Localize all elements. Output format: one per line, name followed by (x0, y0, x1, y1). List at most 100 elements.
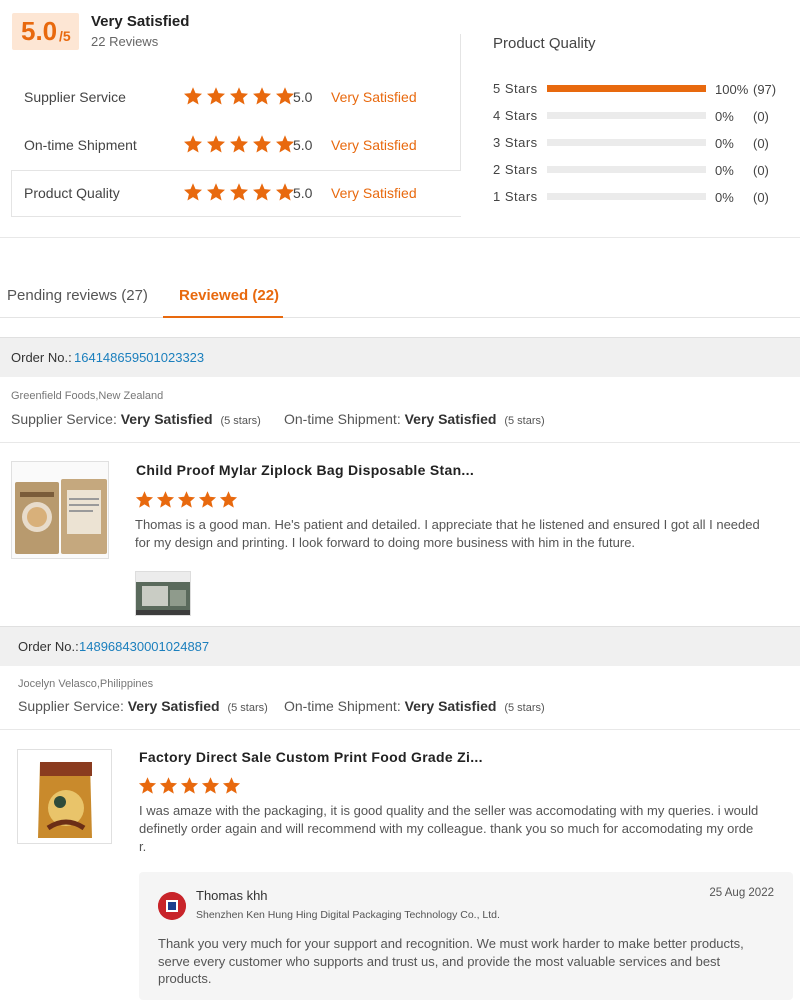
star-icon (177, 490, 196, 509)
rating-label: On-time Shipment: (284, 698, 401, 714)
dimension-rating-word: Very Satisfied (331, 185, 417, 201)
review-photo-thumbnail[interactable] (135, 571, 191, 616)
reply-author: Thomas khh (196, 888, 268, 903)
dimension-row-product-quality[interactable]: Product Quality 5.0 Very Satisfied (11, 170, 461, 217)
order-number-link[interactable]: 164148659501023323 (74, 350, 204, 365)
distribution-bar (547, 139, 706, 146)
order-header: Order No.: 164148659501023323 (0, 337, 800, 377)
active-tab-indicator (163, 316, 283, 318)
star-icon (229, 86, 249, 106)
star-rating (183, 134, 295, 154)
rating-summary: 5.0 /5 Very Satisfied 22 Reviews Supplie… (0, 0, 800, 238)
distribution-row: 4 Stars 0% (0) (493, 106, 793, 126)
rating-stars-text: (5 stars) (227, 702, 268, 714)
dimension-row-supplier-service[interactable]: Supplier Service 5.0 Very Satisfied (11, 74, 461, 121)
tab-pending-reviews[interactable]: Pending reviews (27) (7, 287, 148, 304)
distribution-label: 2 Stars (493, 162, 538, 177)
rating-value: Very Satisfied (404, 698, 497, 714)
distribution-count: (0) (753, 136, 769, 151)
distribution-row: 3 Stars 0% (0) (493, 133, 793, 153)
reply-date: 25 Aug 2022 (709, 887, 774, 899)
distribution-label: 5 Stars (493, 81, 538, 96)
product-title-link[interactable]: Child Proof Mylar Ziplock Bag Disposable… (136, 462, 474, 478)
product-star-rating (138, 776, 241, 795)
rating-label: Supplier Service: (11, 411, 117, 427)
product-image[interactable] (17, 749, 112, 844)
overall-rating-label: Very Satisfied (91, 13, 190, 30)
star-icon (275, 86, 295, 106)
distribution-label: 3 Stars (493, 135, 538, 150)
star-icon (183, 86, 203, 106)
distribution-bar (547, 85, 706, 92)
distribution-percent: 0% (715, 109, 734, 124)
star-icon (180, 776, 199, 795)
distribution-percent: 0% (715, 163, 734, 178)
dimension-label: On-time Shipment (24, 137, 137, 153)
star-icon (183, 182, 203, 202)
rating-stars-text: (5 stars) (220, 415, 261, 427)
rating-value: Very Satisfied (404, 411, 497, 427)
rating-label: On-time Shipment: (284, 411, 401, 427)
supplier-service-rating: Supplier Service: Very Satisfied (5 star… (18, 698, 268, 714)
distribution-row: 2 Stars 0% (0) (493, 160, 793, 180)
reply-company: Shenzhen Ken Hung Hing Digital Packaging… (196, 909, 500, 921)
star-icon (206, 182, 226, 202)
distribution-count: (0) (753, 109, 769, 124)
supplier-service-rating: Supplier Service: Very Satisfied (5 star… (11, 411, 261, 427)
distribution-label: 1 Stars (493, 189, 538, 204)
distribution-count: (97) (753, 82, 777, 97)
order-header: Order No.: 148968430001024887 (0, 626, 800, 666)
review-tabs: Pending reviews (27) Reviewed (22) (0, 276, 800, 318)
distribution-count: (0) (753, 163, 769, 178)
buyer-info: Greenfield Foods,New Zealand (11, 390, 164, 402)
dimension-label: Product Quality (24, 185, 120, 201)
review-text: Thomas is a good man. He's patient and d… (135, 517, 760, 550)
star-icon (229, 134, 249, 154)
on-time-shipment-rating: On-time Shipment: Very Satisfied (5 star… (284, 698, 545, 714)
dimension-score: 5.0 (293, 185, 313, 201)
star-icon (275, 182, 295, 202)
tab-reviewed[interactable]: Reviewed (22) (179, 287, 279, 304)
star-rating (183, 86, 295, 106)
review-text: I was amaze with the packaging, it is go… (139, 803, 759, 854)
distribution-percent: 0% (715, 136, 734, 151)
rating-stars-text: (5 stars) (504, 702, 545, 714)
product-title-link[interactable]: Factory Direct Sale Custom Print Food Gr… (139, 749, 483, 765)
dimension-row-on-time-shipment[interactable]: On-time Shipment 5.0 Very Satisfied (11, 122, 461, 169)
star-icon (252, 134, 272, 154)
star-rating (183, 182, 295, 202)
star-icon (275, 134, 295, 154)
dimension-score: 5.0 (293, 137, 313, 153)
pouch-image (12, 462, 108, 558)
dimension-label: Supplier Service (24, 89, 126, 105)
star-icon (135, 490, 154, 509)
product-star-rating (135, 490, 238, 509)
order-no-label: Order No.: (11, 350, 72, 365)
star-icon (206, 86, 226, 106)
star-icon (219, 490, 238, 509)
distribution-row: 1 Stars 0% (0) (493, 187, 793, 207)
company-logo-icon (158, 892, 186, 920)
distribution-count: (0) (753, 190, 769, 205)
distribution-label: 4 Stars (493, 108, 538, 123)
reply-text: Thank you very much for your support and… (158, 936, 744, 986)
product-image[interactable] (11, 461, 109, 559)
distribution-bar (547, 112, 706, 119)
star-icon (222, 776, 241, 795)
distribution-percent: 100% (715, 82, 749, 97)
star-icon (252, 86, 272, 106)
star-icon (229, 182, 249, 202)
star-icon (159, 776, 178, 795)
order-no-label: Order No.: (18, 639, 79, 654)
star-icon (198, 490, 217, 509)
order-number-link[interactable]: 148968430001024887 (79, 639, 209, 654)
pouch-image (18, 750, 111, 843)
distribution-row: 5 Stars 100% (97) (493, 79, 793, 99)
buyer-info: Jocelyn Velasco,Philippines (18, 678, 154, 690)
star-icon (252, 182, 272, 202)
star-icon (183, 134, 203, 154)
rating-value: Very Satisfied (127, 698, 220, 714)
distribution-bar (547, 193, 706, 200)
dimension-score: 5.0 (293, 89, 313, 105)
star-icon (206, 134, 226, 154)
